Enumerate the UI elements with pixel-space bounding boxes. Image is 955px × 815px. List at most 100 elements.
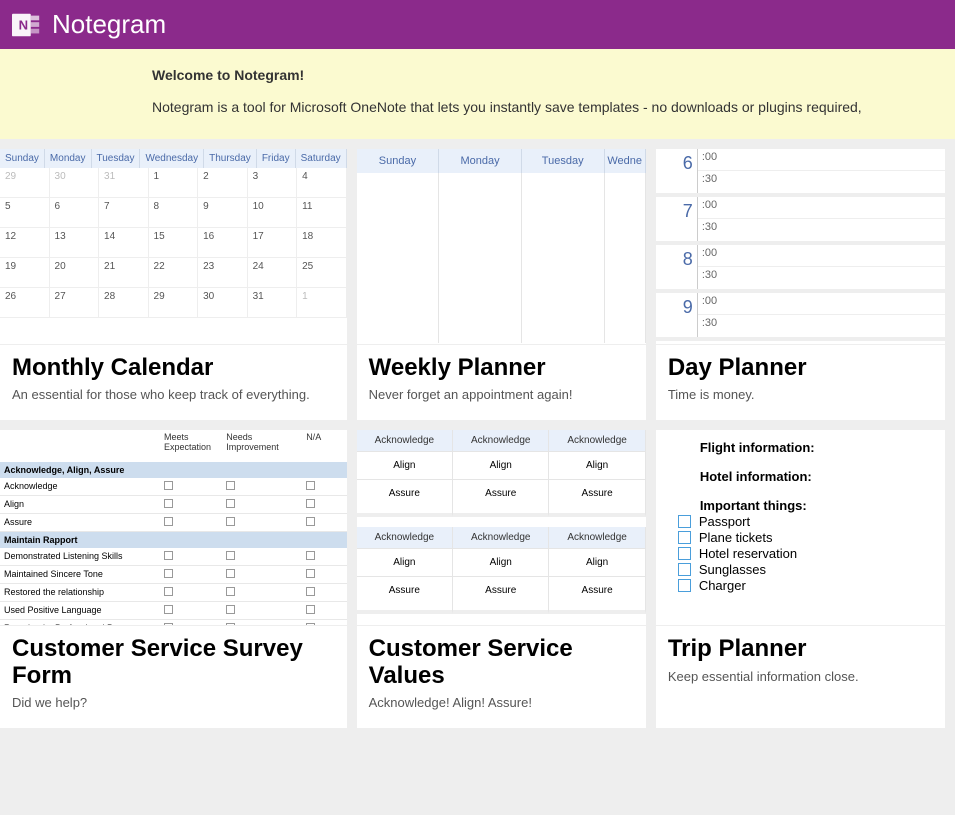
values-cell: Align [357,549,453,577]
preview-weekly: SundayMondayTuesdayWedne [357,149,646,345]
values-header: Acknowledge [549,430,645,452]
banner-title: Welcome to Notegram! [152,67,955,83]
values-header: Acknowledge [453,527,549,549]
calendar-dayname: Wednesday [140,149,204,168]
card-desc: Acknowledge! Align! Assure! [369,695,634,710]
template-card-day[interactable]: 6:00:307:00:308:00:309:00:30 Day Planner… [656,149,945,420]
calendar-dayname: Monday [45,149,92,168]
survey-row: Remained a Professional Partner [0,620,347,626]
trip-checklist-item: Passport [700,514,939,529]
calendar-cell: 27 [50,288,100,318]
template-card-trip[interactable]: Flight information: Hotel information: I… [656,430,945,728]
calendar-cell: 12 [0,228,50,258]
checkbox-icon [164,481,173,490]
values-cell: Assure [453,577,549,614]
template-card-survey[interactable]: Meets ExpectationNeeds ImprovementN/AAck… [0,430,347,728]
checkbox-icon [226,587,235,596]
calendar-cell: 1 [297,288,347,318]
calendar-cell: 11 [297,198,347,228]
calendar-cell: 29 [149,288,199,318]
values-cell: Assure [453,480,549,517]
calendar-cell: 17 [248,228,298,258]
calendar-cell: 16 [198,228,248,258]
trip-checklist-item: Plane tickets [700,530,939,545]
calendar-cell: 10 [248,198,298,228]
day-hour: 7 [656,197,698,241]
checkbox-icon [678,531,691,544]
svg-text:N: N [19,17,28,32]
checkbox-icon [226,517,235,526]
day-row: 6:00:30 [656,149,945,197]
preview-survey: Meets ExpectationNeeds ImprovementN/AAck… [0,430,347,626]
preview-trip: Flight information: Hotel information: I… [656,430,945,626]
values-cell: Align [549,549,645,577]
calendar-dayname: Saturday [296,149,347,168]
app-header: N Notegram [0,0,955,49]
checkbox-icon [226,481,235,490]
trip-important-label: Important things: [700,498,939,513]
trip-checklist-item: Charger [700,578,939,593]
values-header: Acknowledge [357,430,453,452]
calendar-cell: 2 [198,168,248,198]
checkbox-icon [164,587,173,596]
calendar-cell: 13 [50,228,100,258]
card-desc: An essential for those who keep track of… [12,387,335,402]
card-desc: Time is money. [668,387,933,402]
trip-hotel-label: Hotel information: [700,469,939,484]
day-min: :00 [698,149,945,171]
checkbox-icon [306,605,315,614]
template-card-monthly[interactable]: SundayMondayTuesdayWednesdayThursdayFrid… [0,149,347,420]
checkbox-icon [678,515,691,528]
checkbox-icon [164,623,173,626]
calendar-cell: 3 [248,168,298,198]
day-row: 7:00:30 [656,197,945,245]
card-desc: Did we help? [12,695,335,710]
welcome-banner: Welcome to Notegram! Notegram is a tool … [0,49,955,139]
calendar-dayname: Sunday [0,149,45,168]
survey-row: Used Positive Language [0,602,347,620]
calendar-cell: 15 [149,228,199,258]
card-title: Customer Service Values [369,636,634,689]
day-min: :30 [698,171,945,193]
checkbox-icon [164,499,173,508]
survey-row: Align [0,496,347,514]
banner-text: Notegram is a tool for Microsoft OneNote… [152,99,955,115]
checkbox-icon [678,579,691,592]
checkbox-icon [306,569,315,578]
day-min: :30 [698,315,945,337]
calendar-cell: 9 [198,198,248,228]
survey-row: Acknowledge [0,478,347,496]
day-min: :00 [698,293,945,315]
survey-row: Assure [0,514,347,532]
trip-checklist-item: Hotel reservation [700,546,939,561]
template-card-values[interactable]: AcknowledgeAcknowledgeAcknowledgeAlignAl… [357,430,646,728]
calendar-cell: 5 [0,198,50,228]
preview-day: 6:00:307:00:308:00:309:00:30 [656,149,945,345]
calendar-cell: 30 [50,168,100,198]
values-header: Acknowledge [453,430,549,452]
weekly-dayname: Wedne [605,149,646,173]
day-min: :30 [698,267,945,289]
card-desc: Never forget an appointment again! [369,387,634,402]
survey-col: Needs Improvement [222,430,302,462]
calendar-cell: 28 [99,288,149,318]
checkbox-icon [226,551,235,560]
calendar-cell: 7 [99,198,149,228]
checkbox-icon [678,547,691,560]
values-cell: Align [453,452,549,480]
checkbox-icon [306,499,315,508]
templates-grid: SundayMondayTuesdayWednesdayThursdayFrid… [0,139,955,728]
checkbox-icon [306,587,315,596]
checkbox-icon [306,481,315,490]
calendar-cell: 20 [50,258,100,288]
calendar-cell: 24 [248,258,298,288]
day-row: 8:00:30 [656,245,945,293]
checkbox-icon [306,517,315,526]
calendar-dayname: Thursday [204,149,257,168]
survey-col [0,430,160,462]
checkbox-icon [226,605,235,614]
weekly-dayname: Tuesday [522,149,605,173]
calendar-cell: 23 [198,258,248,288]
weekly-dayname: Sunday [357,149,440,173]
template-card-weekly[interactable]: SundayMondayTuesdayWedne Weekly Planner … [357,149,646,420]
